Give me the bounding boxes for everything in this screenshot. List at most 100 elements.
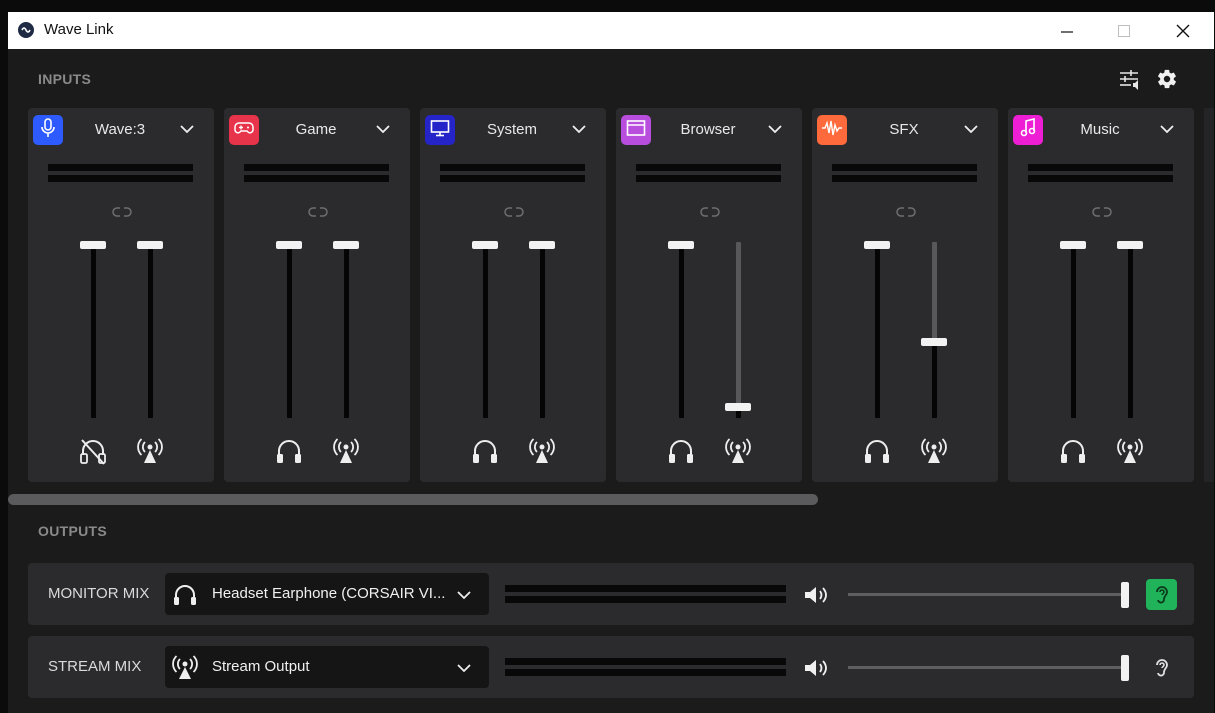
monitor-volume-slider[interactable] [848, 593, 1126, 596]
stream-mix-fader[interactable] [921, 234, 947, 424]
monitor-mute-button[interactable] [77, 434, 109, 466]
channel-card-game: Game [224, 108, 410, 482]
channel-level-meter-left [244, 164, 389, 171]
channel-icon-button[interactable] [621, 115, 651, 145]
stream-mute-button[interactable] [526, 434, 558, 466]
channel-icon-button[interactable] [229, 115, 259, 145]
stream-mix-fader-track[interactable] [736, 242, 741, 418]
monitor-mix-fader-fill [483, 249, 488, 418]
stream-mix-fader[interactable] [725, 234, 751, 424]
monitor-mute-button[interactable] [861, 434, 893, 466]
monitor-mute-button[interactable] [273, 434, 305, 466]
maximize-button[interactable] [1101, 12, 1147, 49]
channel-icon-button[interactable] [817, 115, 847, 145]
stream-mute-button[interactable] [1114, 434, 1146, 466]
monitor-mix-row: MONITOR MIX Headset Earphone (CORSAIR VI… [28, 563, 1194, 625]
chevron-down-icon[interactable] [374, 122, 392, 136]
broadcast-icon [330, 438, 362, 470]
stream-volume-slider[interactable] [848, 666, 1126, 669]
stream-mix-fader-knob[interactable] [529, 241, 555, 249]
channel-icon-button[interactable] [1013, 115, 1043, 145]
channel-icon-button[interactable] [33, 115, 63, 145]
stream-mix-fader-fill [148, 249, 153, 418]
unlink-icon[interactable] [308, 206, 328, 218]
stream-mute-button[interactable] [722, 434, 754, 466]
stream-mix-fader[interactable] [529, 234, 555, 424]
monitor-mix-fader-knob[interactable] [276, 241, 302, 249]
stream-mix-label: STREAM MIX [48, 658, 142, 675]
stream-mix-fader-knob[interactable] [1117, 241, 1143, 249]
channel-level-meter-left [440, 164, 585, 171]
monitor-mute-button[interactable] [665, 434, 697, 466]
stream-mix-fader[interactable] [1117, 234, 1143, 424]
monitor-mix-fader[interactable] [80, 234, 106, 424]
minimize-button[interactable] [1044, 12, 1090, 49]
monitor-mute-button[interactable] [1057, 434, 1089, 466]
unlink-icon[interactable] [896, 206, 916, 218]
monitor-mix-fader[interactable] [1060, 234, 1086, 424]
monitor-mix-fader-knob[interactable] [472, 241, 498, 249]
speaker-icon[interactable] [802, 583, 832, 607]
monitor-mix-fader-fill [875, 249, 880, 418]
stream-device-name: Stream Output [212, 658, 310, 675]
broadcast-icon [918, 438, 950, 470]
wave-link-window: Wave Link INPUTS Wave:3 Game System Brow… [8, 12, 1214, 713]
monitor-volume-knob[interactable] [1121, 582, 1129, 608]
broadcast-icon [172, 655, 198, 679]
monitor-mix-fader-knob[interactable] [1060, 241, 1086, 249]
monitor-level-meter-right [505, 596, 786, 603]
chevron-down-icon [457, 664, 471, 673]
channel-name: SFX [889, 121, 919, 138]
mixer-settings-button[interactable] [1118, 68, 1140, 90]
speaker-icon[interactable] [802, 656, 832, 680]
channel-level-meter-right [636, 175, 781, 182]
monitor-mix-fader-knob[interactable] [864, 241, 890, 249]
monitor-mix-fader[interactable] [472, 234, 498, 424]
stream-mute-button[interactable] [330, 434, 362, 466]
headphones-icon [861, 440, 893, 470]
stream-mix-fader[interactable] [333, 234, 359, 424]
settings-button[interactable] [1156, 68, 1178, 90]
unlink-icon[interactable] [1092, 206, 1112, 218]
chevron-down-icon[interactable] [178, 122, 196, 136]
horizontal-scrollbar-thumb[interactable] [8, 494, 818, 505]
monitor-mix-fader-knob[interactable] [668, 241, 694, 249]
monitor-mute-button[interactable] [469, 434, 501, 466]
channel-level-meter-right [440, 175, 585, 182]
stream-mix-fader-fill [736, 411, 741, 418]
monitor-mix-fader[interactable] [668, 234, 694, 424]
stream-device-select[interactable]: Stream Output [165, 646, 489, 688]
stream-mute-button[interactable] [918, 434, 950, 466]
unlink-icon[interactable] [112, 206, 132, 218]
stream-mix-fader-knob[interactable] [137, 241, 163, 249]
channel-card-system: System [420, 108, 606, 482]
stream-level-meter-right [505, 669, 786, 676]
inputs-section-label: INPUTS [38, 71, 92, 87]
stream-mix-fader-knob[interactable] [921, 338, 947, 347]
monitor-device-select[interactable]: Headset Earphone (CORSAIR VI... [165, 573, 489, 615]
monitor-listen-button[interactable] [1146, 579, 1177, 610]
unlink-icon[interactable] [504, 206, 524, 218]
channel-icon-button[interactable] [425, 115, 455, 145]
chevron-down-icon[interactable] [570, 122, 588, 136]
stream-mix-fader[interactable] [137, 234, 163, 424]
stream-mix-fader-knob[interactable] [725, 403, 751, 411]
broadcast-icon [134, 438, 166, 470]
chevron-down-icon[interactable] [962, 122, 980, 136]
monitor-mix-fader-knob[interactable] [80, 241, 106, 249]
monitor-mix-fader[interactable] [276, 234, 302, 424]
stream-volume-knob[interactable] [1121, 655, 1129, 681]
title-bar: Wave Link [8, 12, 1214, 49]
monitor-mix-fader[interactable] [864, 234, 890, 424]
stream-mix-fader-knob[interactable] [333, 241, 359, 249]
stream-mute-button[interactable] [134, 434, 166, 466]
monitor-mix-fader-fill [679, 249, 684, 418]
close-button[interactable] [1160, 12, 1206, 49]
chevron-down-icon[interactable] [1158, 122, 1176, 136]
stream-listen-button[interactable] [1146, 652, 1177, 683]
chevron-down-icon[interactable] [766, 122, 784, 136]
unlink-icon[interactable] [700, 206, 720, 218]
channel-card-browser: Browser [616, 108, 802, 482]
monitor-device-name: Headset Earphone (CORSAIR VI... [212, 585, 446, 602]
stream-mix-row: STREAM MIX Stream Output [28, 636, 1194, 698]
